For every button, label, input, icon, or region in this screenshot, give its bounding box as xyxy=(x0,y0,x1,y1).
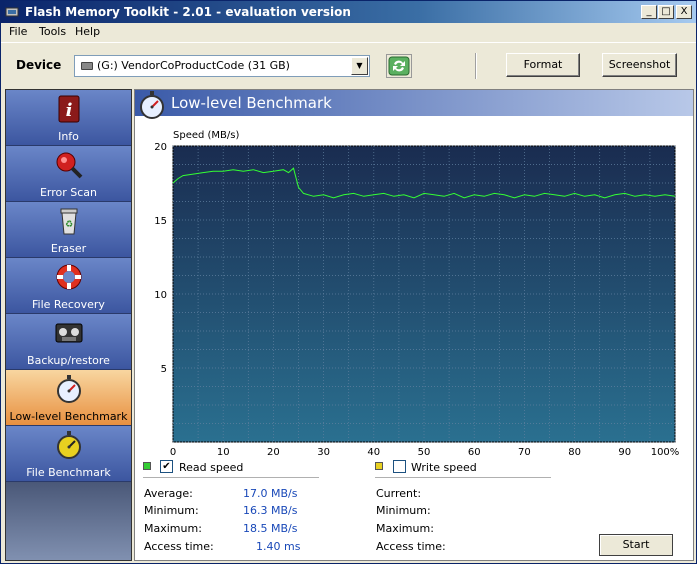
read-speed-label: Read speed xyxy=(179,461,244,474)
maximize-button[interactable]: □ xyxy=(658,5,674,19)
chevron-down-icon[interactable]: ▼ xyxy=(351,57,368,75)
sidebar-filler xyxy=(6,482,131,560)
x-tick-label: 0 xyxy=(170,447,176,455)
menu-tools[interactable]: Tools xyxy=(39,25,66,38)
read-speed-checkbox[interactable]: ✔ xyxy=(160,460,173,473)
read-stat-label: Minimum: xyxy=(144,504,199,517)
app-window: Flash Memory Toolkit - 2.01 - evaluation… xyxy=(0,0,697,564)
x-tick-label: 10 xyxy=(217,447,230,455)
read-stat-label: Average: xyxy=(144,487,193,500)
screenshot-button[interactable]: Screenshot xyxy=(602,53,677,77)
read-stat-value: 18.5 MB/s xyxy=(243,522,298,535)
magnifier-icon xyxy=(56,152,83,179)
toolbar: Device (G:) VendorCoProductCode (31 GB) … xyxy=(1,42,696,88)
sidebar-item-label: Low-level Benchmark xyxy=(9,410,128,423)
write-speed-checkbox[interactable] xyxy=(393,460,406,473)
menu-bar: File Tools Help xyxy=(1,23,696,41)
lifebuoy-icon xyxy=(56,264,82,290)
sidebar-item-error-scan[interactable]: Error Scan xyxy=(6,146,131,202)
sidebar-item-label: Info xyxy=(58,130,79,143)
device-label: Device xyxy=(16,58,62,72)
sidebar-item-label: File Benchmark xyxy=(26,466,111,479)
refresh-icon xyxy=(388,56,410,76)
device-select[interactable]: (G:) VendorCoProductCode (31 GB) ▼ xyxy=(74,55,370,77)
speed-chart: 5 10 15 20 0 10 20 30 40 50 60 70 80 90 100% xyxy=(154,142,680,455)
read-stat-label: Maximum: xyxy=(144,522,202,535)
sidebar-item-low-level-benchmark[interactable]: Low-level Benchmark xyxy=(6,370,131,426)
svg-text:i: i xyxy=(66,100,73,121)
read-stat-value: 1.40 ms xyxy=(256,540,301,553)
write-stat-label: Current: xyxy=(376,487,422,500)
write-stat-label: Minimum: xyxy=(376,504,431,517)
x-tick-label: 40 xyxy=(367,447,380,455)
refresh-button[interactable] xyxy=(386,54,412,78)
write-speed-label: Write speed xyxy=(411,461,477,474)
sidebar-item-info[interactable]: i Info xyxy=(6,90,131,146)
recycle-bin-icon: ♻ xyxy=(60,208,78,235)
sidebar-item-eraser[interactable]: ♻ Eraser xyxy=(6,202,131,258)
minimize-button[interactable]: _ xyxy=(641,5,657,19)
sidebar-item-file-benchmark[interactable]: File Benchmark xyxy=(6,426,131,482)
window-title: Flash Memory Toolkit - 2.01 - evaluation… xyxy=(25,5,351,19)
sidebar-item-label: Eraser xyxy=(50,242,87,255)
format-button[interactable]: Format xyxy=(506,53,580,77)
x-tick-label: 80 xyxy=(568,447,581,455)
x-tick-label: 60 xyxy=(468,447,481,455)
sidebar-item-label: Backup/restore xyxy=(27,354,110,367)
device-value: (G:) VendorCoProductCode (31 GB) xyxy=(97,59,290,72)
menu-file[interactable]: File xyxy=(9,25,27,38)
read-stat-value: 16.3 MB/s xyxy=(243,504,298,517)
start-button[interactable]: Start xyxy=(599,534,673,556)
read-divider xyxy=(143,477,319,478)
stopwatch-yellow-icon xyxy=(57,431,81,459)
svg-text:♻: ♻ xyxy=(65,220,73,230)
sidebar-item-file-recovery[interactable]: File Recovery xyxy=(6,258,131,314)
drive-icon xyxy=(81,62,93,70)
sidebar-item-label: Error Scan xyxy=(39,186,98,199)
sidebar-item-backup-restore[interactable]: Backup/restore xyxy=(6,314,131,370)
read-color-swatch xyxy=(143,462,151,470)
x-tick-label: 100% xyxy=(651,447,680,455)
menu-help[interactable]: Help xyxy=(75,25,100,38)
x-tick-label: 70 xyxy=(518,447,531,455)
sidebar-item-label: File Recovery xyxy=(32,298,105,311)
read-stat-label: Access time: xyxy=(144,540,214,553)
y-tick-label: 20 xyxy=(154,142,167,153)
write-stat-label: Access time: xyxy=(376,540,446,553)
stopwatch-icon xyxy=(57,375,81,403)
title-bar[interactable]: Flash Memory Toolkit - 2.01 - evaluation… xyxy=(1,1,696,23)
info-icon: i xyxy=(58,95,80,123)
close-button[interactable]: X xyxy=(676,5,692,19)
x-tick-label: 30 xyxy=(317,447,330,455)
write-divider xyxy=(375,477,551,478)
y-tick-label: 10 xyxy=(154,290,167,301)
read-stat-value: 17.0 MB/s xyxy=(243,487,298,500)
main-panel: Low-level Benchmark Speed (MB/s) 5 10 15 20… xyxy=(134,89,694,561)
tape-icon xyxy=(55,323,83,343)
app-icon xyxy=(5,7,19,17)
x-tick-label: 50 xyxy=(418,447,431,455)
x-tick-label: 90 xyxy=(618,447,631,455)
write-color-swatch xyxy=(375,462,383,470)
toolbar-separator xyxy=(475,53,477,79)
x-tick-label: 20 xyxy=(267,447,280,455)
y-tick-label: 15 xyxy=(154,216,167,227)
write-stat-label: Maximum: xyxy=(376,522,434,535)
y-tick-label: 5 xyxy=(161,364,167,375)
sidebar: i Info Error Scan ♻ Eraser File Recovery… xyxy=(5,89,132,561)
